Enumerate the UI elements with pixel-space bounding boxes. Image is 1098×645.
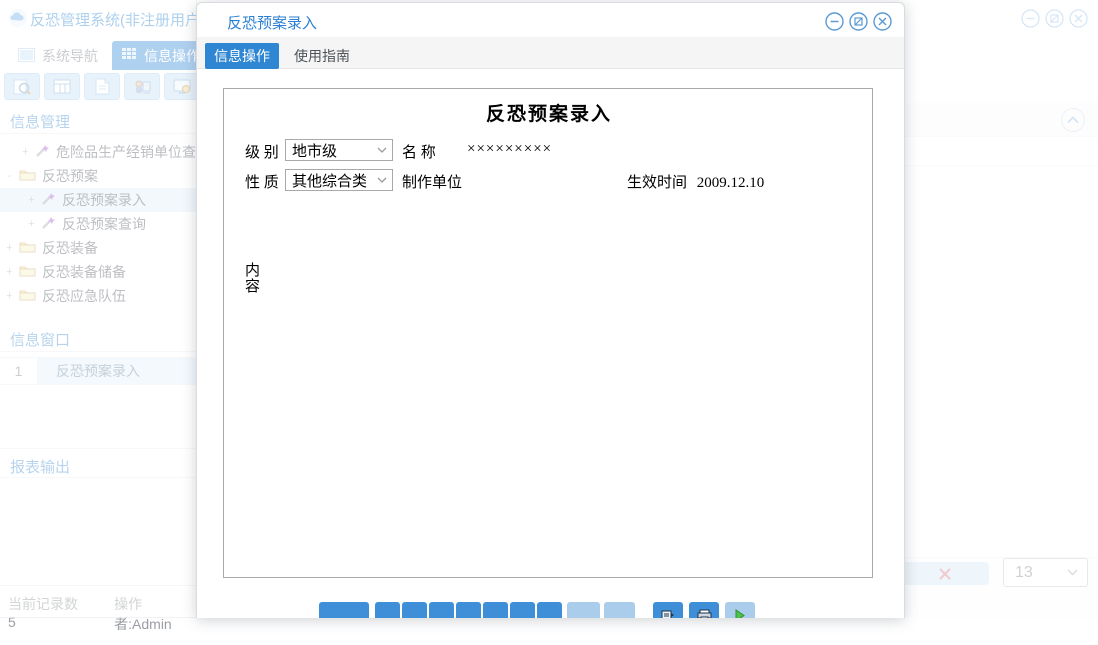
print-button[interactable] [689,602,719,618]
pager-button-7[interactable] [537,602,562,618]
effective-time: 生效时间 2009.12.10 [627,171,764,192]
dialog-tab-info-operation[interactable]: 信息操作 [205,43,279,69]
content-label: 内容 [245,263,262,295]
dialog-window-controls [825,12,892,34]
pager-button-1[interactable] [375,602,400,618]
dialog-tabbar: 信息操作 使用指南 [197,37,905,69]
dialog-restore-button[interactable] [849,12,868,34]
effective-value[interactable]: 2009.12.10 [697,175,765,191]
run-button[interactable] [725,602,755,618]
screen: 反恐管理系统(非注册用户 系统导航 信息操作 信息管理 + 危险品生产经销 [0,0,1098,645]
dialog-close-button[interactable] [873,12,892,34]
maker-label: 制作单位 [402,171,462,192]
run-icon [734,609,746,618]
pager-button-6[interactable] [510,602,535,618]
dialog-title: 反恐预案录入 [227,12,317,33]
pager-button-5[interactable] [483,602,508,618]
nature-label: 性 质 [245,171,279,192]
pager-button-disabled-2[interactable] [604,602,635,618]
form-title: 反恐预案录入 [224,99,874,126]
dialog-minimize-button[interactable] [825,12,844,34]
pager-button-3[interactable] [429,602,454,618]
chevron-down-icon [377,147,387,153]
effective-label: 生效时间 [627,175,687,191]
pager-button-disabled-1[interactable] [567,602,600,618]
print-icon [697,609,712,618]
name-label: 名 称 [402,141,436,162]
dialog-tab-user-guide[interactable]: 使用指南 [289,43,355,69]
nature-select[interactable]: 其他综合类 [285,169,393,191]
chevron-down-icon [377,177,387,183]
level-select[interactable]: 地市级 [285,139,393,161]
level-label: 级 别 [245,141,279,162]
dialog-bottom-toolbar: ··· [197,602,905,618]
plan-entry-dialog: 反恐预案录入 信息操作 使用指南 反恐预案录入 级 别 地市级 名 称 ××××… [196,2,905,618]
nature-value: 其他综合类 [292,170,367,191]
pager-button-2[interactable] [402,602,427,618]
pager-button-wide[interactable]: ··· [319,602,369,618]
export-icon [661,609,675,618]
name-value[interactable]: ××××××××× [467,141,552,158]
level-value: 地市级 [292,140,337,161]
export-button[interactable] [653,602,683,618]
plan-entry-form: 反恐预案录入 级 别 地市级 名 称 ××××××××× 性 质 其他综合类 制… [223,88,873,578]
pager-button-4[interactable] [456,602,481,618]
